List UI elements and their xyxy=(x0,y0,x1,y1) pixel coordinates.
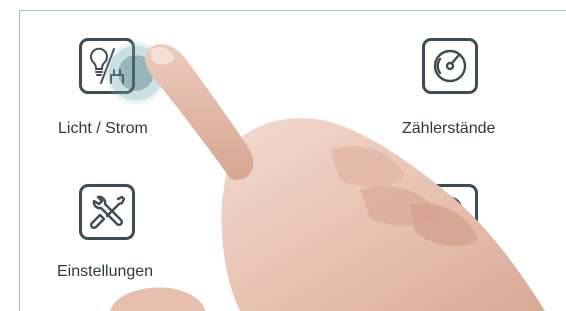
tools-icon[interactable] xyxy=(79,184,135,240)
touch-screen: Licht / Strom Zählerstände Einstellungen xyxy=(19,10,566,311)
profile-icon[interactable] xyxy=(422,184,478,240)
tile-label: Einstellungen xyxy=(57,263,154,280)
meter-gauge-icon[interactable] xyxy=(422,38,478,94)
tile-label: Licht / Strom xyxy=(58,120,148,137)
tile-label: bilder xyxy=(471,263,511,280)
tile-label: Zählerstände xyxy=(402,120,496,137)
tap-highlight xyxy=(105,42,167,104)
